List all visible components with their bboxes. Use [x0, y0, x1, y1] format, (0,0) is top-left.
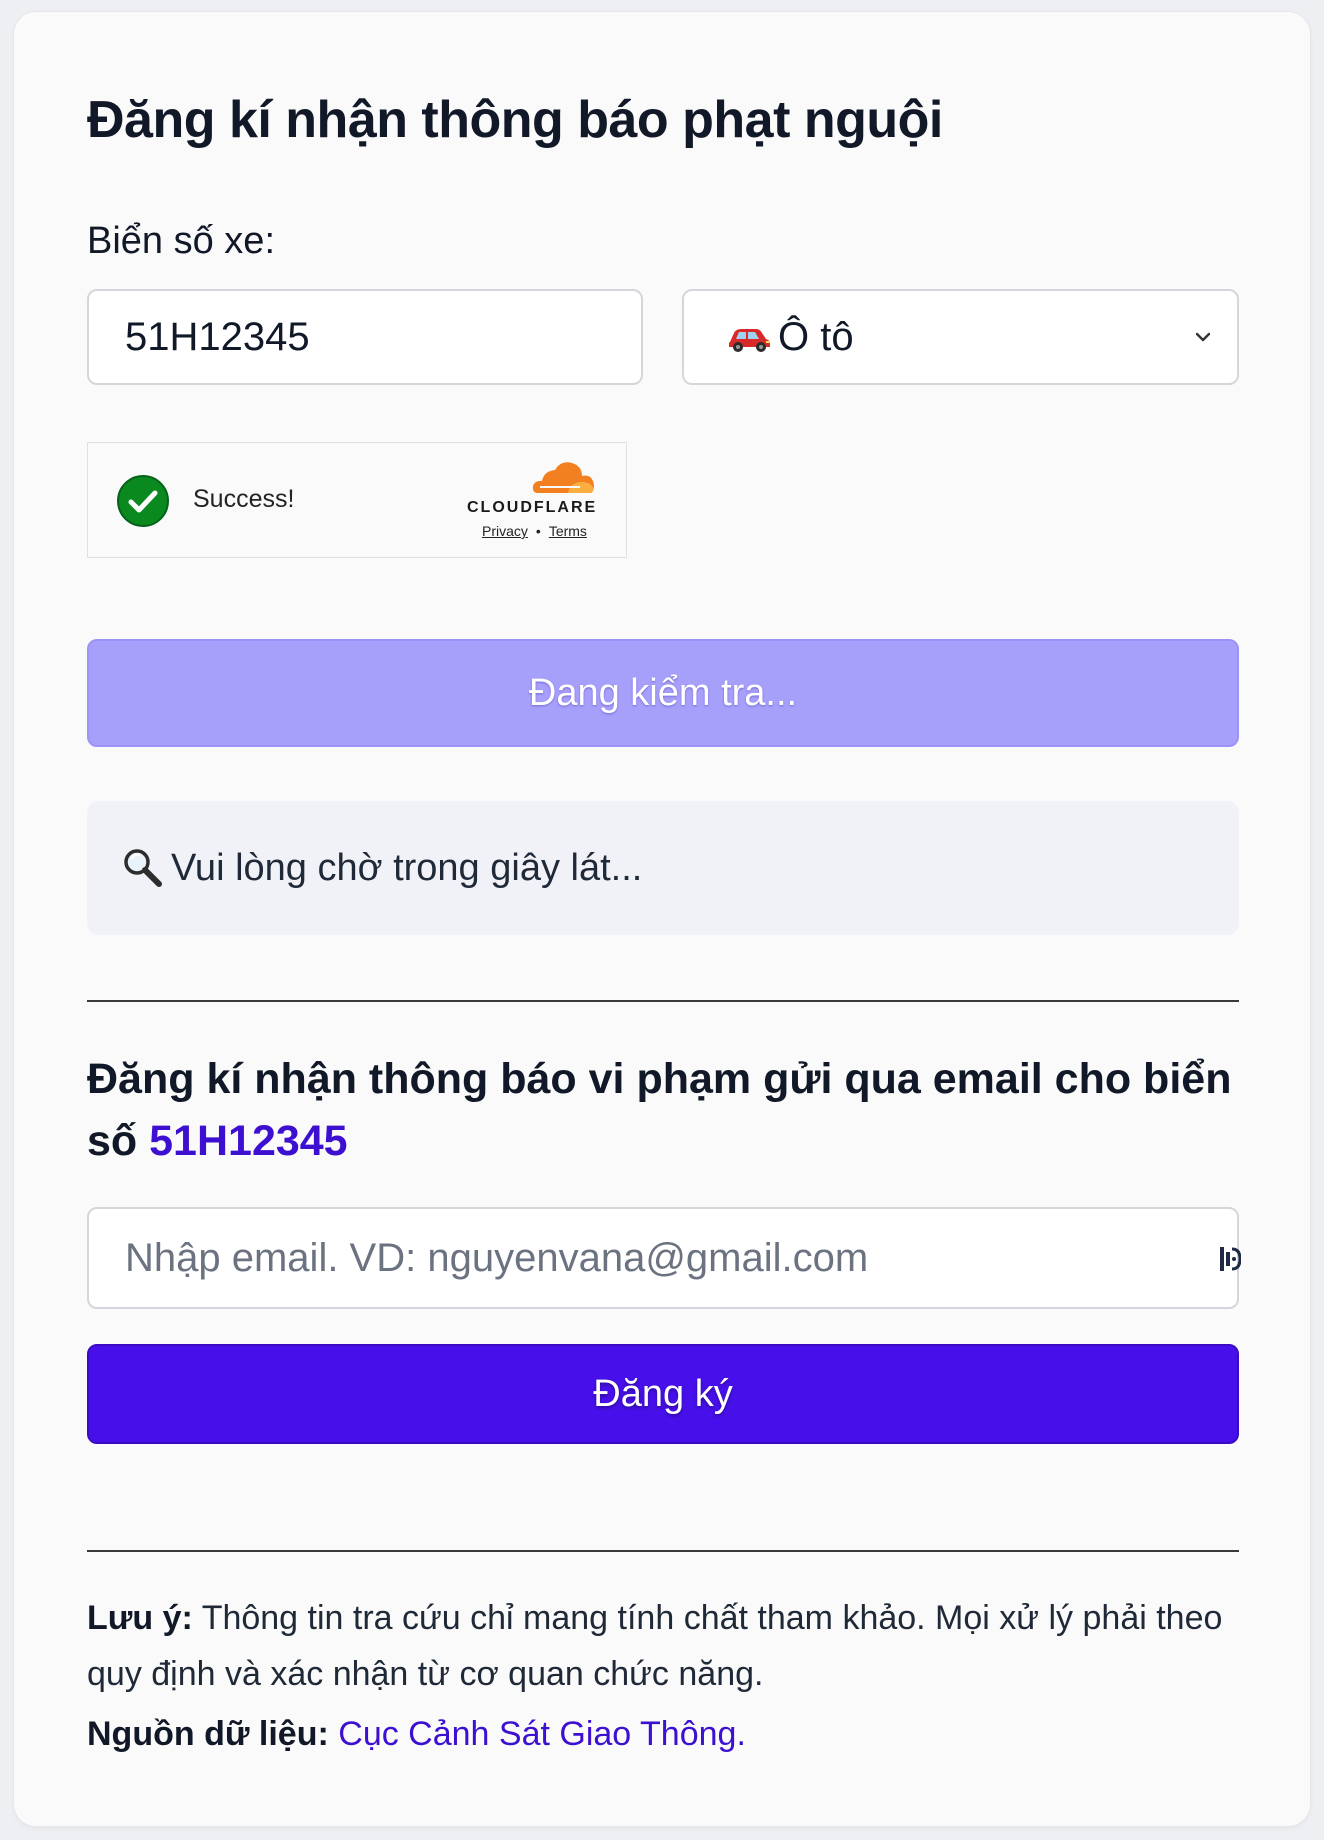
note-label: Lưu ý: — [87, 1599, 193, 1637]
magnifier-icon — [124, 849, 162, 887]
email-input[interactable] — [87, 1207, 1239, 1309]
vehicle-type-value: Ô tô — [778, 314, 854, 359]
cloudflare-wordmark: CLOUDFLARE — [467, 499, 598, 516]
registration-card: Đăng kí nhận thông báo phạt nguội Biển s… — [14, 12, 1310, 1826]
divider-bottom — [87, 1550, 1239, 1552]
turnstile-links: Privacy • Terms — [482, 523, 587, 539]
privacy-link[interactable]: Privacy — [482, 523, 528, 539]
terms-link[interactable]: Terms — [549, 523, 587, 539]
data-source: Nguồn dữ liệu: Cục Cảnh Sát Giao Thông. — [87, 1715, 746, 1754]
disclaimer-note: Lưu ý: Thông tin tra cứu chỉ mang tính c… — [87, 1590, 1247, 1702]
chevron-down-icon — [1195, 332, 1211, 342]
plate-input[interactable] — [87, 289, 643, 385]
note-text: Thông tin tra cứu chỉ mang tính chất tha… — [87, 1599, 1223, 1693]
check-button[interactable]: Đang kiểm tra... — [87, 639, 1239, 747]
turnstile-status: Success! — [193, 485, 295, 513]
vehicle-type-select[interactable]: Ô tô — [682, 289, 1239, 385]
source-label: Nguồn dữ liệu: — [87, 1715, 329, 1753]
cloudflare-logo-icon — [532, 462, 594, 493]
source-link[interactable]: Cục Cảnh Sát Giao Thông — [338, 1715, 736, 1753]
car-icon — [729, 329, 770, 352]
source-end: . — [736, 1715, 746, 1753]
success-check-icon — [117, 475, 169, 527]
status-message-box: Vui lòng chờ trong giây lát... — [87, 801, 1239, 935]
page-title: Đăng kí nhận thông báo phạt nguội — [87, 91, 943, 149]
subscribe-button[interactable]: Đăng ký — [87, 1344, 1239, 1444]
link-separator: • — [535, 523, 541, 539]
status-message: Vui lòng chờ trong giây lát... — [171, 846, 643, 889]
plate-label: Biển số xe: — [87, 220, 275, 262]
subscribe-heading: Đăng kí nhận thông báo vi phạm gửi qua e… — [87, 1048, 1247, 1172]
subscribe-heading-plate: 51H12345 — [149, 1117, 348, 1165]
divider-top — [87, 1000, 1239, 1002]
password-manager-icon[interactable] — [1219, 1244, 1241, 1274]
cloudflare-turnstile: Success! CLOUDFLARE Privacy • Terms — [87, 442, 627, 558]
